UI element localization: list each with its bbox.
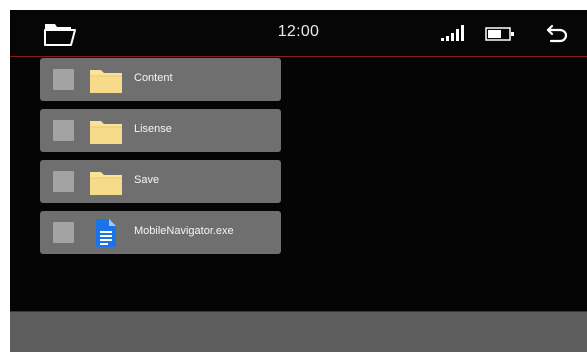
checkbox[interactable]: [53, 171, 74, 192]
bottom-bar: [10, 311, 587, 352]
battery-icon: [485, 27, 514, 41]
checkbox[interactable]: [53, 69, 74, 90]
list-item-label: Lisense: [134, 123, 172, 135]
checkbox[interactable]: [53, 222, 74, 243]
list-item[interactable]: Lisense: [40, 109, 281, 152]
folder-icon: [90, 172, 122, 195]
back-arrow-icon[interactable]: [546, 23, 568, 43]
list-item[interactable]: Save: [40, 160, 281, 203]
signal-bars-icon: [441, 25, 464, 41]
folder-icon: [90, 121, 122, 144]
folder-icon: [90, 70, 122, 93]
list-item[interactable]: Content: [40, 58, 281, 101]
list-item-label: Content: [134, 72, 173, 84]
file-list: Content Lisense Save MobileNavigator.exe: [40, 58, 281, 262]
checkbox[interactable]: [53, 120, 74, 141]
list-item-label: Save: [134, 174, 160, 186]
document-icon: [96, 219, 116, 247]
list-item-label: MobileNavigator.exe: [134, 225, 234, 237]
navigator-screen: 12:00 Content Lisense Save MobileNavigat…: [10, 10, 587, 352]
status-bar: 12:00: [10, 10, 587, 57]
list-item[interactable]: MobileNavigator.exe: [40, 211, 281, 254]
